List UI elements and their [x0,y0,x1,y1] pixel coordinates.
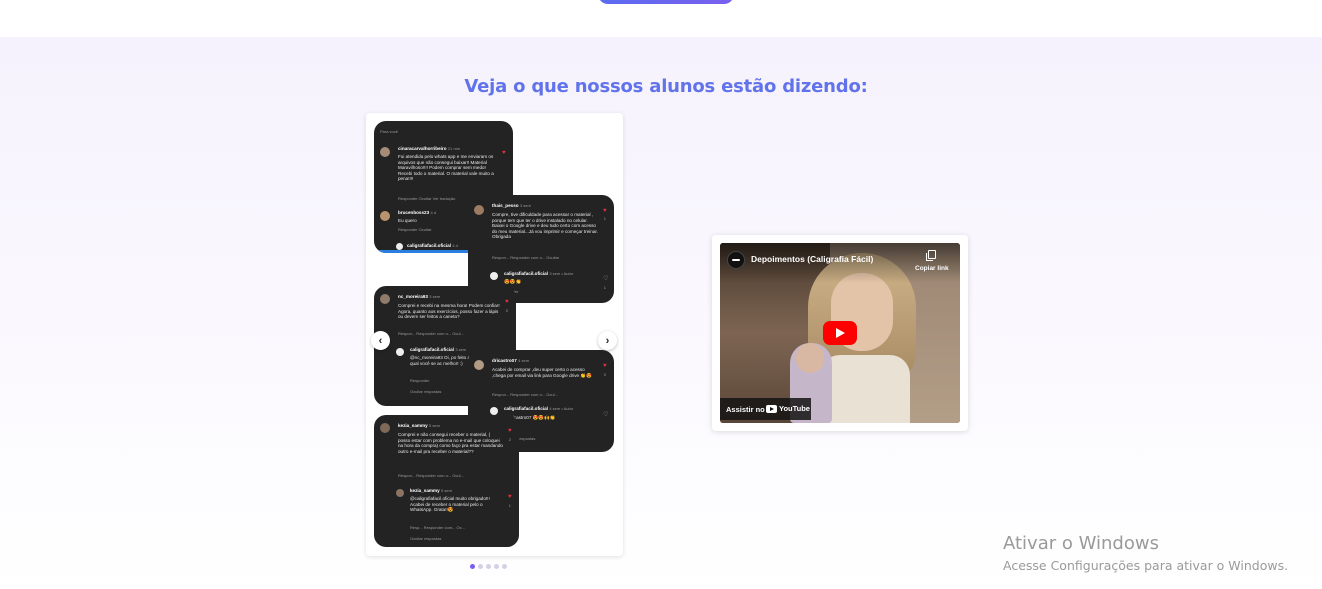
like-count: 1 [603,285,606,290]
comment-actions[interactable]: Respon... Responder com o... Ocultar [492,255,600,261]
comment-actions[interactable]: Respon... Responder com o... Ocul... [398,331,502,337]
comment-actions[interactable]: Respon... Responder com o... Ocul... [492,392,600,398]
hide-replies-link[interactable]: Ocultar respostas [410,536,505,542]
comment-time: 4 sem • Autor [549,406,574,411]
avatar [380,294,390,304]
heart-icon[interactable]: ♥ [505,299,510,305]
copy-link-label[interactable]: Copiar link [915,265,949,272]
watch-on-label: Assistir no [726,405,765,414]
pagination-dot[interactable] [494,564,499,569]
comment-username: caligrafiafacil.oficial [504,406,548,411]
comment-time: 21 min [447,146,460,151]
comment-username: thais_pesso [492,203,519,208]
heart-icon[interactable]: ♥ [502,150,507,156]
pagination-dot[interactable] [478,564,483,569]
pagination-dot[interactable] [486,564,491,569]
pagination-dot[interactable] [470,564,475,569]
comment-time: 5 sem [441,488,452,493]
comment-time: 4 d [452,243,458,248]
like-count: 0 [603,372,606,377]
avatar [380,147,390,157]
chevron-left-icon: ‹ [378,334,383,347]
comment-time: 5 sem [429,423,440,428]
pagination-dot[interactable] [502,564,507,569]
comment-username: brucenboss23 [398,210,430,215]
section-heading: Veja o que nossos alunos estão dizendo: [464,76,868,97]
heart-icon[interactable]: ♥ [603,208,608,214]
play-icon[interactable] [823,321,857,345]
comment-text: Compre, tive dificuldade para acessar o … [492,212,598,239]
comment-screenshot: kezia_sammy 5 sem ♥ 2 Comprei e não cons… [374,415,519,547]
copy-link-icon[interactable] [926,250,936,261]
comment-time: 3 sem [519,203,531,208]
heart-icon[interactable]: ♥ [508,494,513,500]
avatar [380,211,390,221]
avatar [490,272,498,280]
heart-outline-icon[interactable]: ♡ [603,276,608,282]
carousel-pagination [470,564,507,569]
heart-outline-icon[interactable]: ♡ [603,412,608,418]
watch-on-youtube-button[interactable]: Assistir no YouTube [720,398,811,420]
youtube-brand-label: YouTube [779,404,810,413]
avatar [396,348,404,356]
comment-username: caligrafiafacil.oficial [410,347,454,352]
comment-actions[interactable]: Respon... Responder com o... Ocul... [398,473,505,479]
comment-time: 3 sem [429,294,441,299]
video-title[interactable]: Depoimentos (Caligrafia Fácil) [751,254,873,264]
comment-text: Comprei e não consegui receber o materia… [398,432,503,454]
video-child-face [796,343,824,373]
avatar [474,205,484,215]
windows-activation-subtitle: Acesse Configurações para ativar o Windo… [1003,558,1289,573]
avatar [490,407,498,415]
comment-actions[interactable]: sponder [504,289,600,295]
testimonials-section [0,37,1322,589]
comment-header: Para você [380,129,399,134]
comment-time: 4 d [430,210,437,215]
comment-username: caligrafiafacil.oficial [504,271,548,276]
channel-logo-icon[interactable] [727,251,745,269]
comment-time: 3 sem [455,347,467,352]
youtube-brand: YouTube [766,404,810,413]
youtube-icon [766,404,777,413]
testimonial-carousel[interactable]: Para você cinaracarvalhorribeiro 21 min … [366,113,623,556]
carousel-prev-button[interactable]: ‹ [371,331,390,350]
like-count: 1 [508,503,511,508]
comment-username: kezia_sammy [398,423,428,428]
cta-button-partial[interactable] [598,0,734,4]
comment-time: 3 sem • Autor [549,271,574,276]
comment-text: Comprei e recebi na mesma hora! Podem co… [398,303,500,319]
avatar [396,489,404,497]
comment-text: Acabei de comprar ,deu super certo o ace… [492,367,592,378]
heart-icon[interactable]: ♥ [508,428,513,434]
comment-text: 😍😍👏 [504,279,522,284]
youtube-video-player[interactable]: Depoimentos (Caligrafia Fácil) Copiar li… [720,243,960,423]
comment-username: caligrafiafacil.oficial [407,243,451,248]
heart-icon[interactable]: ♥ [603,363,608,369]
comment-username: kezia_sammy [410,488,440,493]
avatar [380,423,390,433]
video-person-shirt [820,355,910,423]
windows-activation-title: Ativar o Windows [1003,533,1159,554]
comment-text: Fui atendida pelo whats app e me enviara… [398,154,494,181]
comment-username: cinaracarvalhorribeiro [398,146,447,151]
comment-username: dricastro07 [492,358,517,363]
avatar [474,360,484,370]
chevron-right-icon: › [605,334,610,347]
like-count: 0 [505,308,508,313]
top-strip [0,0,1322,37]
like-count: 1 [603,216,606,221]
video-card: Depoimentos (Caligrafia Fácil) Copiar li… [712,235,968,431]
comment-username: nc_moreira93 [398,294,428,299]
comment-text: @dricastro07 😍😍🙌👏 [504,415,556,420]
comment-actions[interactable]: Resp... Responder com... Oc... [410,525,505,531]
comment-text: @caligrafiafacil.oficial muito obrigado!… [410,496,490,512]
comment-text: @nc_moreira93 Oi, po feito a qual você s… [410,355,471,366]
avatar [396,243,403,250]
carousel-next-button[interactable]: › [598,331,617,350]
like-count: 2 [508,437,511,442]
comment-time: 4 sem [518,358,530,363]
